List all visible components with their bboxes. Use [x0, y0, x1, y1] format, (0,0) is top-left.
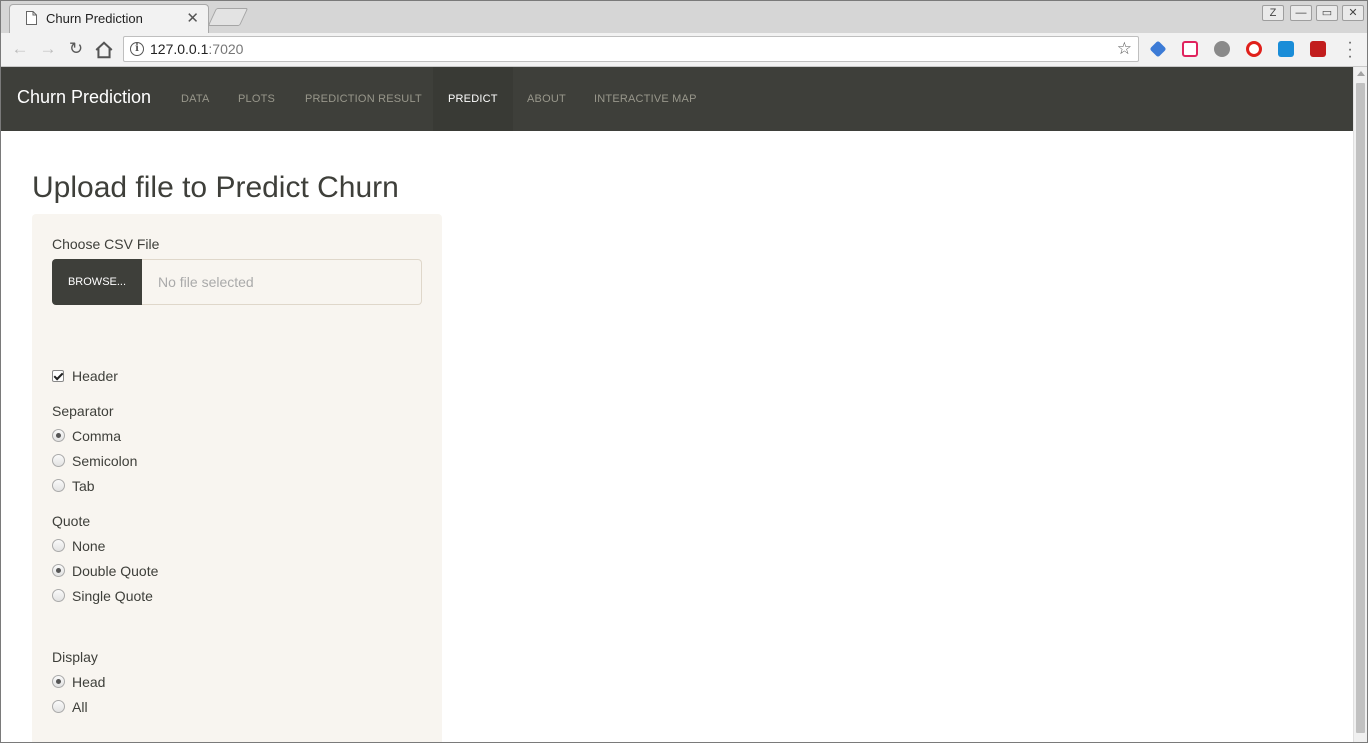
separator-tab-radio[interactable] — [52, 479, 65, 492]
display-head-label: Head — [72, 674, 106, 690]
scroll-up-icon[interactable] — [1357, 71, 1365, 76]
new-tab-button[interactable] — [207, 8, 249, 26]
header-checkbox[interactable] — [52, 370, 64, 382]
page-scrollbar[interactable] — [1353, 67, 1367, 742]
maximize-button[interactable]: ▭ — [1316, 5, 1338, 21]
forward-button[interactable]: → — [38, 39, 58, 59]
quote-none-radio[interactable] — [52, 539, 65, 552]
page-content: Churn Prediction DATA PLOTS PREDICTION R… — [1, 67, 1353, 742]
reload-button[interactable]: ↻ — [66, 39, 86, 59]
bookmark-star-icon[interactable]: ☆ — [1117, 39, 1132, 59]
sidebar-panel: Choose CSV File BROWSE... No file select… — [32, 214, 442, 742]
opera-icon[interactable] — [1246, 41, 1262, 57]
browser-window: Churn Prediction ✕ Z — ▭ ✕ ← → ↻ i 127.0… — [0, 0, 1368, 743]
tab-title: Churn Prediction — [46, 11, 143, 26]
info-icon[interactable]: i — [130, 42, 144, 56]
display-head-radio[interactable] — [52, 675, 65, 688]
separator-label: Separator — [52, 403, 114, 419]
page-title: Upload file to Predict Churn — [32, 171, 399, 204]
back-button[interactable]: ← — [10, 39, 30, 59]
home-icon[interactable] — [94, 40, 114, 60]
file-name-field[interactable]: No file selected — [142, 259, 422, 305]
extension-mendeley-icon[interactable] — [1310, 41, 1326, 57]
nav-item-plots[interactable]: PLOTS — [223, 67, 290, 131]
separator-semicolon-radio[interactable] — [52, 454, 65, 467]
close-tab-icon[interactable]: ✕ — [186, 9, 199, 27]
brand-title[interactable]: Churn Prediction — [17, 87, 151, 108]
extension-book-icon[interactable] — [1278, 41, 1294, 57]
nav-item-about[interactable]: ABOUT — [512, 67, 581, 131]
close-window-button[interactable]: ✕ — [1342, 5, 1364, 21]
file-upload-group: BROWSE... No file selected — [52, 259, 422, 305]
scrollbar-thumb[interactable] — [1356, 83, 1365, 733]
separator-comma-radio[interactable] — [52, 429, 65, 442]
tab-strip: Churn Prediction ✕ Z — ▭ ✕ — [1, 1, 1367, 33]
browser-tab[interactable]: Churn Prediction ✕ — [9, 4, 209, 33]
url-port: :7020 — [208, 41, 244, 57]
document-icon — [26, 11, 37, 25]
minimize-button[interactable]: — — [1290, 5, 1312, 21]
extension-chat-icon[interactable] — [1182, 41, 1198, 57]
url-host: 127.0.0.1 — [150, 41, 209, 57]
nav-item-interactive-map[interactable]: INTERACTIVE MAP — [579, 67, 712, 131]
quote-double-radio[interactable] — [52, 564, 65, 577]
browser-toolbar: ← → ↻ i 127.0.0.1:7020 ☆ · · · — [1, 33, 1367, 67]
extension-diamond-icon[interactable] — [1149, 40, 1167, 58]
profile-button[interactable]: Z — [1262, 5, 1284, 21]
quote-none-label: None — [72, 538, 106, 554]
display-all-radio[interactable] — [52, 700, 65, 713]
app-navbar: Churn Prediction DATA PLOTS PREDICTION R… — [1, 67, 1353, 131]
browser-menu-icon[interactable]: · · · — [1345, 35, 1355, 65]
separator-comma-label: Comma — [72, 428, 122, 444]
address-bar[interactable]: i 127.0.0.1:7020 ☆ — [123, 36, 1139, 62]
quote-single-label: Single Quote — [72, 588, 153, 604]
quote-single-radio[interactable] — [52, 589, 65, 602]
separator-semicolon-label: Semicolon — [72, 453, 138, 469]
quote-label: Quote — [52, 513, 91, 529]
file-label: Choose CSV File — [52, 236, 160, 252]
display-all-label: All — [72, 699, 88, 715]
browse-button[interactable]: BROWSE... — [52, 259, 142, 305]
url-text[interactable]: 127.0.0.1:7020 — [150, 41, 243, 57]
extension-incognito-icon[interactable] — [1214, 41, 1230, 57]
display-label: Display — [52, 649, 98, 665]
header-checkbox-label: Header — [72, 368, 118, 384]
separator-tab-label: Tab — [72, 478, 95, 494]
nav-item-predict[interactable]: PREDICT — [433, 67, 513, 131]
quote-double-label: Double Quote — [72, 563, 159, 579]
nav-item-data[interactable]: DATA — [166, 67, 225, 131]
nav-item-prediction-result[interactable]: PREDICTION RESULT — [290, 67, 437, 131]
